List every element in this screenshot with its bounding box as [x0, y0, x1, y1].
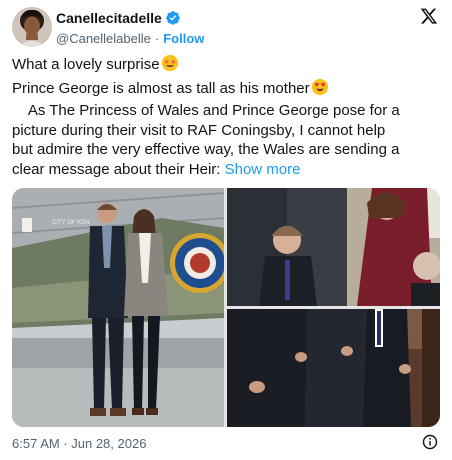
tweet-line-text: Prince George is almost as tall as his m…: [12, 79, 310, 97]
avatar[interactable]: [12, 7, 52, 47]
media-grid: CITY OF KEN: [12, 188, 440, 427]
star-struck-emoji-icon: [161, 54, 179, 78]
info-icon[interactable]: [422, 434, 438, 450]
display-name[interactable]: Canellecitadelle: [56, 10, 162, 26]
follow-button[interactable]: Follow: [163, 31, 204, 46]
verified-badge-icon: [165, 10, 181, 26]
photo-princess-with-veteran[interactable]: [227, 188, 440, 306]
heart-eyes-emoji-icon: [311, 78, 329, 102]
tweet-line: Prince George is almost as tall as his m…: [12, 78, 442, 102]
timestamp[interactable]: 6:57 AM · Jun 28, 2026: [12, 436, 146, 451]
photo-suits-detail[interactable]: [227, 309, 440, 427]
tweet-line-text: What a lovely surprise: [12, 56, 160, 73]
tweet-card: Canellecitadelle @Canellelabelle · Follo…: [0, 0, 452, 460]
author-block: Canellecitadelle @Canellelabelle · Follo…: [56, 9, 204, 46]
tweet-text: What a lovely surprise Prince George is …: [12, 54, 442, 179]
separator-dot: ·: [154, 30, 160, 46]
tweet-line: What a lovely surprise: [12, 54, 442, 78]
tweet-line: picture during their visit to RAF Coning…: [12, 121, 386, 139]
tweet-line: but admire the very effective way, the W…: [12, 141, 400, 158]
tweet-line-text: clear message about their Heir:: [12, 160, 225, 178]
handle[interactable]: @Canellelabelle: [56, 31, 151, 46]
tweet-line: As The Princess of Wales and Prince Geor…: [12, 102, 400, 119]
tweet-line: clear message about their Heir: Show mor…: [12, 160, 442, 180]
photo-hangar-spitfire[interactable]: CITY OF KEN: [12, 188, 224, 427]
aircraft-name-text: CITY OF KEN: [52, 220, 90, 226]
x-logo-icon[interactable]: [420, 7, 438, 25]
show-more-link[interactable]: Show more: [225, 161, 301, 178]
